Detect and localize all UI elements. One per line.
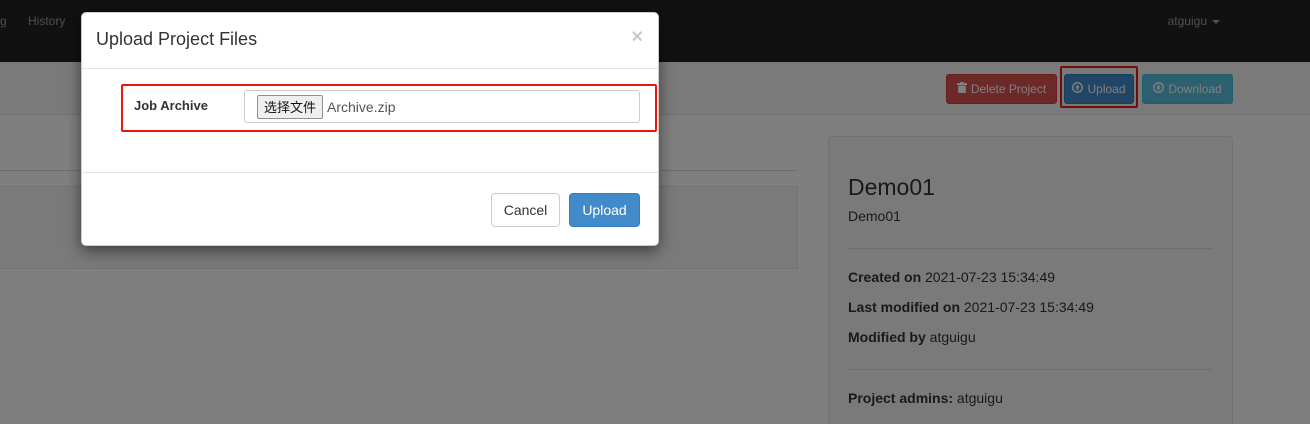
modal-header-divider bbox=[82, 68, 658, 69]
upload-button[interactable]: Upload bbox=[569, 193, 640, 227]
upload-modal: Upload Project Files × Job Archive 选择文件 … bbox=[81, 12, 659, 246]
cancel-button[interactable]: Cancel bbox=[491, 193, 560, 227]
annotation-highlight-field bbox=[121, 84, 657, 132]
modal-title: Upload Project Files bbox=[96, 29, 258, 49]
close-icon[interactable]: × bbox=[631, 26, 643, 49]
modal-footer-divider bbox=[82, 172, 658, 173]
